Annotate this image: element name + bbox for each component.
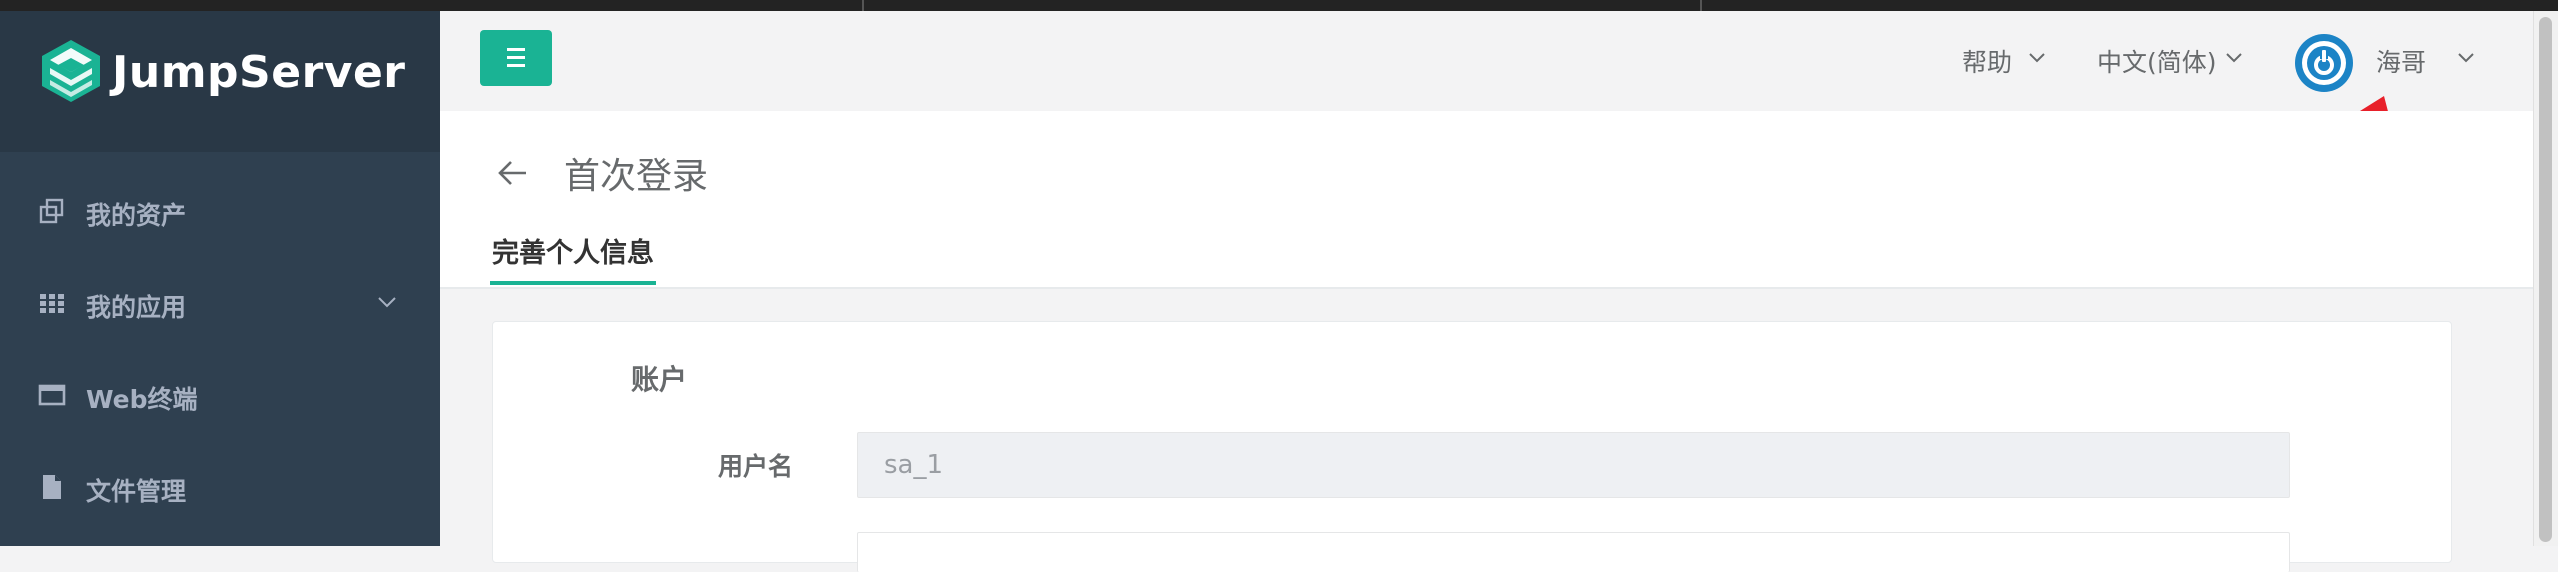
sidebar-item-file-manager[interactable]: 文件管理 [0,441,440,533]
avatar[interactable] [2295,34,2353,92]
form-panel: 账户 用户名 [492,321,2452,572]
help-menu[interactable]: 帮助 [1962,43,2012,79]
sidebar-item-my-assets[interactable]: 我的资产 [0,165,440,257]
page-header: 首次登录 完善个人信息 [440,111,2533,289]
brand-header[interactable]: JumpServer [0,11,440,152]
sidebar-item-label: 我的资产 [86,201,187,230]
tab-profile-completion[interactable]: 完善个人信息 [490,231,656,285]
jumpserver-logo-icon [42,40,100,102]
file-icon [43,475,61,499]
scrollbar[interactable] [2533,11,2558,546]
next-field[interactable] [857,532,2290,572]
sidebar: JumpServer 我的资产 我的应用 Web终端 文件管理 [0,11,440,546]
section-title: 账户 [631,363,688,396]
chevron-down-icon [378,297,396,308]
sidebar-toggle-button[interactable] [480,30,552,86]
grid-icon [40,294,64,313]
chevron-down-icon[interactable] [2457,51,2475,65]
page-title: 首次登录 [564,156,709,197]
terminal-window-icon [38,384,66,406]
sidebar-item-web-terminal[interactable]: Web终端 [0,349,440,441]
sidebar-item-label: 我的应用 [86,293,187,322]
scrollbar-thumb[interactable] [2539,17,2552,542]
sidebar-item-my-apps[interactable]: 我的应用 [0,257,440,349]
language-menu[interactable]: 中文(简体) [2097,43,2217,79]
browser-top-strip [0,0,2558,11]
sidebar-item-label: Web终端 [86,385,198,414]
chevron-down-icon[interactable] [2225,51,2243,65]
top-navbar: 帮助 中文(简体) 海哥 [440,11,2533,111]
sidebar-item-label: 文件管理 [86,477,187,506]
back-arrow-icon[interactable] [496,156,530,190]
username-label: 用户名 [718,452,794,481]
brand-name: JumpServer [112,47,406,98]
username-field[interactable] [857,432,2290,498]
user-menu[interactable]: 海哥 [2376,43,2426,79]
chevron-down-icon[interactable] [2028,51,2046,65]
assets-icon [39,198,64,224]
power-icon [2302,41,2346,85]
main-content: 首次登录 完善个人信息 账户 用户名 [440,111,2533,572]
